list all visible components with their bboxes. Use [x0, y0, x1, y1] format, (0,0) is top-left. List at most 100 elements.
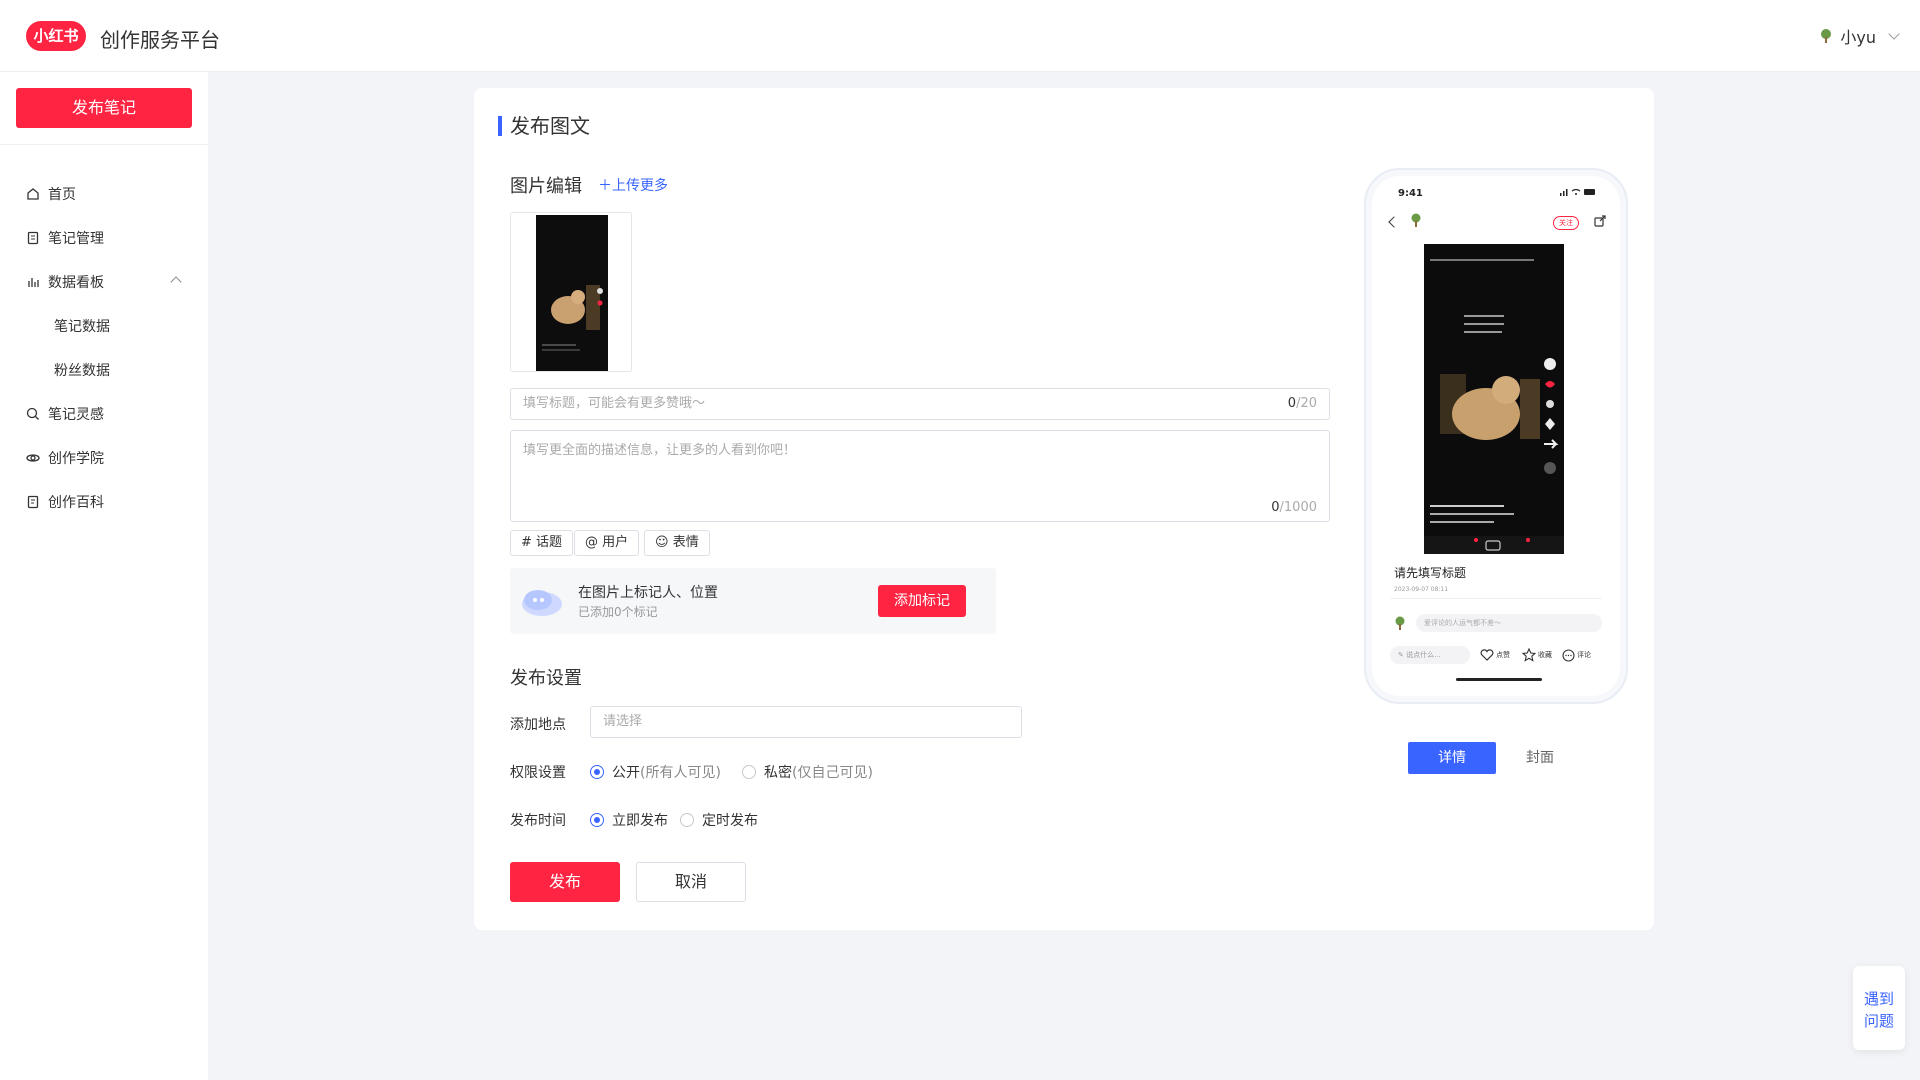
- publish-card: 发布图文 图片编辑 ＋上传更多 填写标题，可能会有更多赞哦～ 0/20 填写更全…: [474, 88, 1654, 930]
- phone-screen: 9:41 关注 请先填写标题 2023-09-07 08:11 爱评论的人运气都…: [1376, 180, 1616, 692]
- sidebar-item-note-inspiration[interactable]: 笔记灵感: [0, 392, 208, 436]
- tab-cover[interactable]: 封面: [1496, 742, 1584, 774]
- preview-time: 9:41: [1398, 188, 1423, 199]
- publish-settings-title: 发布设置: [510, 668, 582, 689]
- preview-comment-button[interactable]: 评论: [1562, 646, 1591, 664]
- sidebar-item-creator-academy[interactable]: 创作学院: [0, 436, 208, 480]
- mark-title: 在图片上标记人、位置: [578, 585, 718, 601]
- sidebar-item-label: 笔记灵感: [48, 407, 104, 423]
- preview-collect-button[interactable]: 收藏: [1522, 646, 1552, 664]
- radio-checked-icon: [590, 813, 604, 827]
- share-icon[interactable]: [1594, 215, 1606, 227]
- location-select[interactable]: 请选择: [590, 706, 1022, 738]
- upload-more-link[interactable]: ＋上传更多: [598, 175, 668, 195]
- tab-detail[interactable]: 详情: [1408, 742, 1496, 774]
- sidebar-item-label: 首页: [48, 187, 76, 203]
- wiki-icon: [27, 495, 39, 509]
- commenter-avatar: [1395, 616, 1405, 630]
- star-icon: [1522, 648, 1536, 662]
- academy-icon: [26, 454, 40, 462]
- publish-note-button[interactable]: 发布笔记: [16, 88, 192, 128]
- follow-button[interactable]: 关注: [1553, 216, 1579, 230]
- description-counter: 0/1000: [1271, 500, 1317, 515]
- permission-private-radio[interactable]: 私密 (仅自己可见): [742, 762, 873, 782]
- home-indicator: [1456, 678, 1542, 681]
- author-avatar: [1411, 213, 1421, 227]
- sidebar-item-home[interactable]: 首页: [0, 172, 208, 216]
- sidebar-item-label: 创作学院: [48, 451, 104, 467]
- mention-user-button[interactable]: @ 用户: [574, 530, 640, 556]
- sidebar-item-fan-data[interactable]: 粉丝数据: [0, 348, 208, 392]
- radio-unchecked-icon: [742, 765, 756, 779]
- add-mark-button[interactable]: 添加标记: [878, 585, 966, 617]
- page-title: 发布图文: [498, 116, 590, 136]
- logo[interactable]: 小红书: [26, 21, 86, 51]
- sidebar-item-note-management[interactable]: 笔记管理: [0, 216, 208, 260]
- description-textarea[interactable]: 填写更全面的描述信息，让更多的人看到你吧！ 0/1000: [510, 430, 1330, 522]
- upload-more-label: 上传更多: [612, 178, 668, 194]
- title-placeholder: 填写标题，可能会有更多赞哦～: [523, 396, 706, 411]
- sidebar-item-creator-wiki[interactable]: 创作百科: [0, 480, 208, 524]
- preview-say-input[interactable]: ✎ 说点什么...: [1390, 646, 1470, 664]
- preview-date: 2023-09-07 08:11: [1394, 586, 1449, 593]
- tag-cloud-icon: [522, 590, 562, 616]
- heart-icon: [1480, 649, 1494, 661]
- publish-button[interactable]: 发布: [510, 862, 620, 902]
- home-icon: [27, 188, 39, 200]
- user-menu[interactable]: 小yu: [1818, 24, 1900, 48]
- status-bar-icon: [1560, 188, 1595, 196]
- permission-label: 权限设置: [510, 765, 566, 781]
- sidebar-item-label: 创作百科: [48, 495, 104, 511]
- image-section-title: 图片编辑: [510, 176, 582, 197]
- emoji-button[interactable]: ☺ 表情: [644, 530, 710, 556]
- cancel-button[interactable]: 取消: [636, 862, 746, 902]
- image-thumbnail[interactable]: [510, 212, 632, 372]
- radio-checked-icon: [590, 765, 604, 779]
- publish-now-radio[interactable]: 立即发布: [590, 810, 668, 830]
- sidebar-item-label: 数据看板: [48, 275, 104, 291]
- sidebar-item-label: 笔记管理: [48, 231, 104, 247]
- mark-count: 已添加0个标记: [578, 605, 658, 619]
- preview-divider: [1390, 598, 1602, 599]
- preview-title: 请先填写标题: [1394, 566, 1467, 580]
- chevron-up-icon[interactable]: [170, 276, 182, 288]
- smile-icon: ☺: [655, 535, 669, 550]
- description-placeholder: 填写更全面的描述信息，让更多的人看到你吧！: [523, 443, 797, 458]
- topic-button[interactable]: # 话题: [510, 530, 574, 556]
- avatar: [1821, 29, 1832, 43]
- sidebar-item-data-board[interactable]: 数据看板: [0, 260, 208, 304]
- sidebar-nav: 首页 笔记管理 数据看板 笔记数据 粉丝数据 笔记灵感 创作学院 创作百科: [0, 172, 208, 524]
- radio-unchecked-icon: [680, 813, 694, 827]
- sidebar-item-note-data[interactable]: 笔记数据: [0, 304, 208, 348]
- sidebar: 发布笔记 首页 笔记管理 数据看板 笔记数据 粉丝数据 笔记灵感 创作学院 创作…: [0, 72, 208, 1080]
- thumbnail-image: [536, 215, 608, 371]
- title-input[interactable]: 填写标题，可能会有更多赞哦～ 0/20: [510, 388, 1330, 420]
- permission-public-radio[interactable]: 公开 (所有人可见): [590, 762, 721, 782]
- user-name: 小yu: [1840, 28, 1876, 47]
- title-counter: 0/20: [1287, 396, 1317, 411]
- image-mark-panel: 在图片上标记人、位置 已添加0个标记 添加标记: [510, 568, 996, 634]
- help-button[interactable]: 遇到 问题: [1853, 966, 1905, 1050]
- help-label-line1: 遇到: [1863, 990, 1894, 1008]
- app-title: 创作服务平台: [100, 28, 220, 52]
- sidebar-item-label: 笔记数据: [54, 319, 110, 335]
- preview-image: [1424, 244, 1564, 554]
- preview-comment-input[interactable]: 爱评论的人运气都不差～: [1416, 614, 1602, 632]
- chart-icon: [28, 278, 39, 287]
- help-label-line2: 问题: [1863, 1012, 1894, 1030]
- chevron-down-icon: [1888, 28, 1900, 40]
- sidebar-divider: [0, 144, 208, 145]
- comment-icon: [1562, 648, 1575, 662]
- publish-time-label: 发布时间: [510, 813, 566, 829]
- location-placeholder: 请选择: [603, 714, 643, 729]
- location-label: 添加地点: [510, 717, 566, 733]
- back-icon[interactable]: [1388, 216, 1400, 228]
- plus-icon: ＋: [598, 178, 612, 194]
- inspiration-icon: [26, 407, 39, 420]
- top-header: 小红书 创作服务平台 小yu: [0, 0, 1920, 72]
- note-icon: [27, 231, 39, 245]
- preview-like-button[interactable]: 点赞: [1480, 646, 1510, 664]
- sidebar-item-label: 粉丝数据: [54, 363, 110, 379]
- phone-preview: 9:41 关注 请先填写标题 2023-09-07 08:11 爱评论的人运气都…: [1364, 168, 1628, 704]
- publish-scheduled-radio[interactable]: 定时发布: [680, 810, 758, 830]
